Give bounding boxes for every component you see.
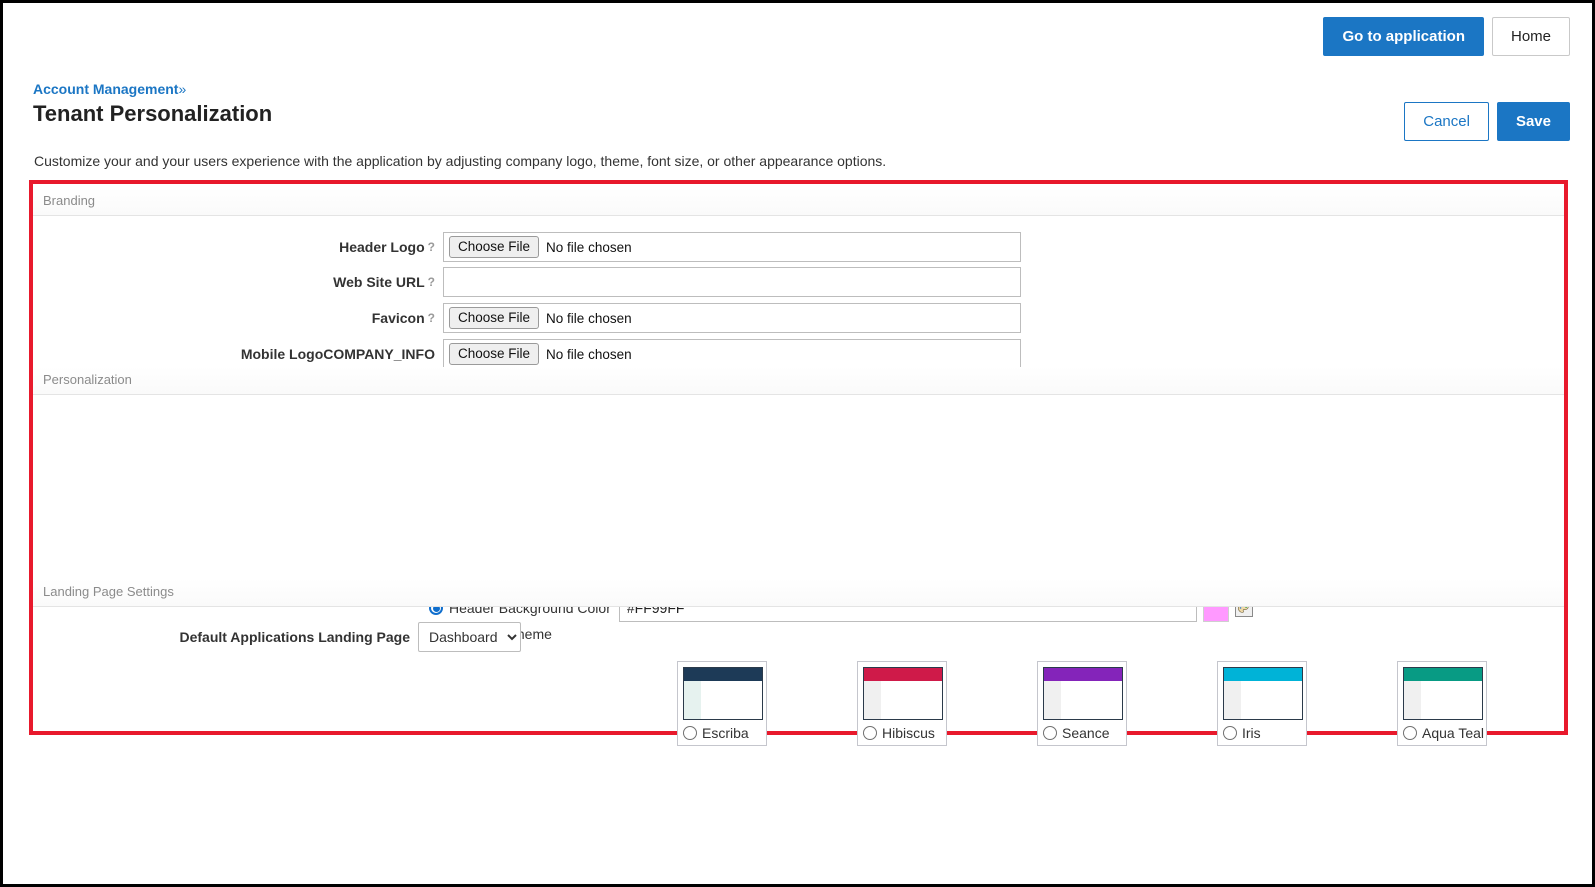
theme-preview-thumbnail	[1223, 667, 1303, 720]
home-button[interactable]: Home	[1491, 17, 1570, 56]
page-description: Customize your and your users experience…	[34, 153, 887, 169]
label-website-url: Web Site URL	[333, 274, 425, 290]
top-action-bar: Go to application Home	[1323, 17, 1570, 56]
radio-theme-seance[interactable]	[1043, 726, 1057, 740]
settings-highlight-box: Branding Header Logo? Choose File No fil…	[29, 180, 1568, 746]
page-actions: Cancel Save	[1404, 102, 1570, 141]
go-to-application-button[interactable]: Go to application	[1323, 17, 1484, 56]
help-icon[interactable]: ?	[428, 240, 435, 254]
field-row-mobile-logo: Mobile LogoCOMPANY_INFO Choose File No f…	[33, 339, 1021, 369]
theme-card-iris[interactable]: Iris	[1217, 661, 1307, 746]
file-status-favicon: No file chosen	[546, 310, 632, 326]
app-screen: Go to application Home Account Managemen…	[0, 0, 1595, 887]
label-header-logo: Header Logo	[339, 239, 425, 255]
section-header-personalization: Personalization	[33, 367, 1564, 395]
field-row-header-logo: Header Logo? Choose File No file chosen	[33, 232, 1021, 262]
header-logo-file-field[interactable]: Choose File No file chosen	[443, 232, 1021, 262]
theme-card-list: Escriba Hibiscus Seance Iris Aqua Teal	[677, 661, 1487, 746]
theme-preview-thumbnail	[683, 667, 763, 720]
label-mobile-logo: Mobile LogoCOMPANY_INFO	[240, 346, 435, 362]
choose-file-button-header-logo[interactable]: Choose File	[449, 235, 540, 259]
theme-card-aqua-teal[interactable]: Aqua Teal	[1397, 661, 1487, 746]
theme-card-hibiscus[interactable]: Hibiscus	[857, 661, 947, 746]
mobile-logo-file-field[interactable]: Choose File No file chosen	[443, 339, 1021, 369]
field-row-favicon: Favicon? Choose File No file chosen	[33, 303, 1021, 333]
radio-theme-aqua-teal[interactable]	[1403, 726, 1417, 740]
label-default-landing-page: Default Applications Landing Page	[179, 629, 410, 645]
theme-label-seance: Seance	[1062, 725, 1110, 741]
breadcrumb[interactable]: Account Management»	[33, 81, 186, 97]
default-landing-page-select[interactable]: Dashboard	[418, 622, 521, 652]
breadcrumb-account-management[interactable]: Account Management	[33, 81, 178, 97]
favicon-file-field[interactable]: Choose File No file chosen	[443, 303, 1021, 333]
theme-card-seance[interactable]: Seance	[1037, 661, 1127, 746]
breadcrumb-chevron-icon: »	[178, 81, 187, 97]
theme-label-iris: Iris	[1242, 725, 1261, 741]
file-status-mobile-logo: No file chosen	[546, 346, 632, 362]
choose-file-button-favicon[interactable]: Choose File	[449, 306, 540, 330]
label-favicon: Favicon	[371, 310, 425, 326]
section-header-branding: Branding	[33, 188, 1564, 216]
theme-label-escriba: Escriba	[702, 725, 749, 741]
page-title: Tenant Personalization	[33, 101, 273, 126]
cancel-button[interactable]: Cancel	[1404, 102, 1489, 141]
theme-preview-thumbnail	[863, 667, 943, 720]
theme-label-hibiscus: Hibiscus	[882, 725, 935, 741]
section-header-landing-page-settings: Landing Page Settings	[33, 579, 1564, 607]
radio-theme-iris[interactable]	[1223, 726, 1237, 740]
choose-file-button-mobile-logo[interactable]: Choose File	[449, 342, 540, 366]
help-icon[interactable]: ?	[428, 311, 435, 325]
theme-preview-thumbnail	[1403, 667, 1483, 720]
help-icon[interactable]: ?	[428, 275, 435, 289]
radio-theme-hibiscus[interactable]	[863, 726, 877, 740]
radio-theme-escriba[interactable]	[683, 726, 697, 740]
landing-page-row: Default Applications Landing Page Dashbo…	[33, 622, 1564, 652]
website-url-input[interactable]	[443, 267, 1021, 297]
theme-preview-thumbnail	[1043, 667, 1123, 720]
theme-card-escriba[interactable]: Escriba	[677, 661, 767, 746]
file-status-header-logo: No file chosen	[546, 239, 632, 255]
save-button[interactable]: Save	[1496, 102, 1570, 141]
theme-label-aqua-teal: Aqua Teal	[1422, 725, 1485, 741]
field-row-website-url: Web Site URL?	[33, 267, 1021, 297]
